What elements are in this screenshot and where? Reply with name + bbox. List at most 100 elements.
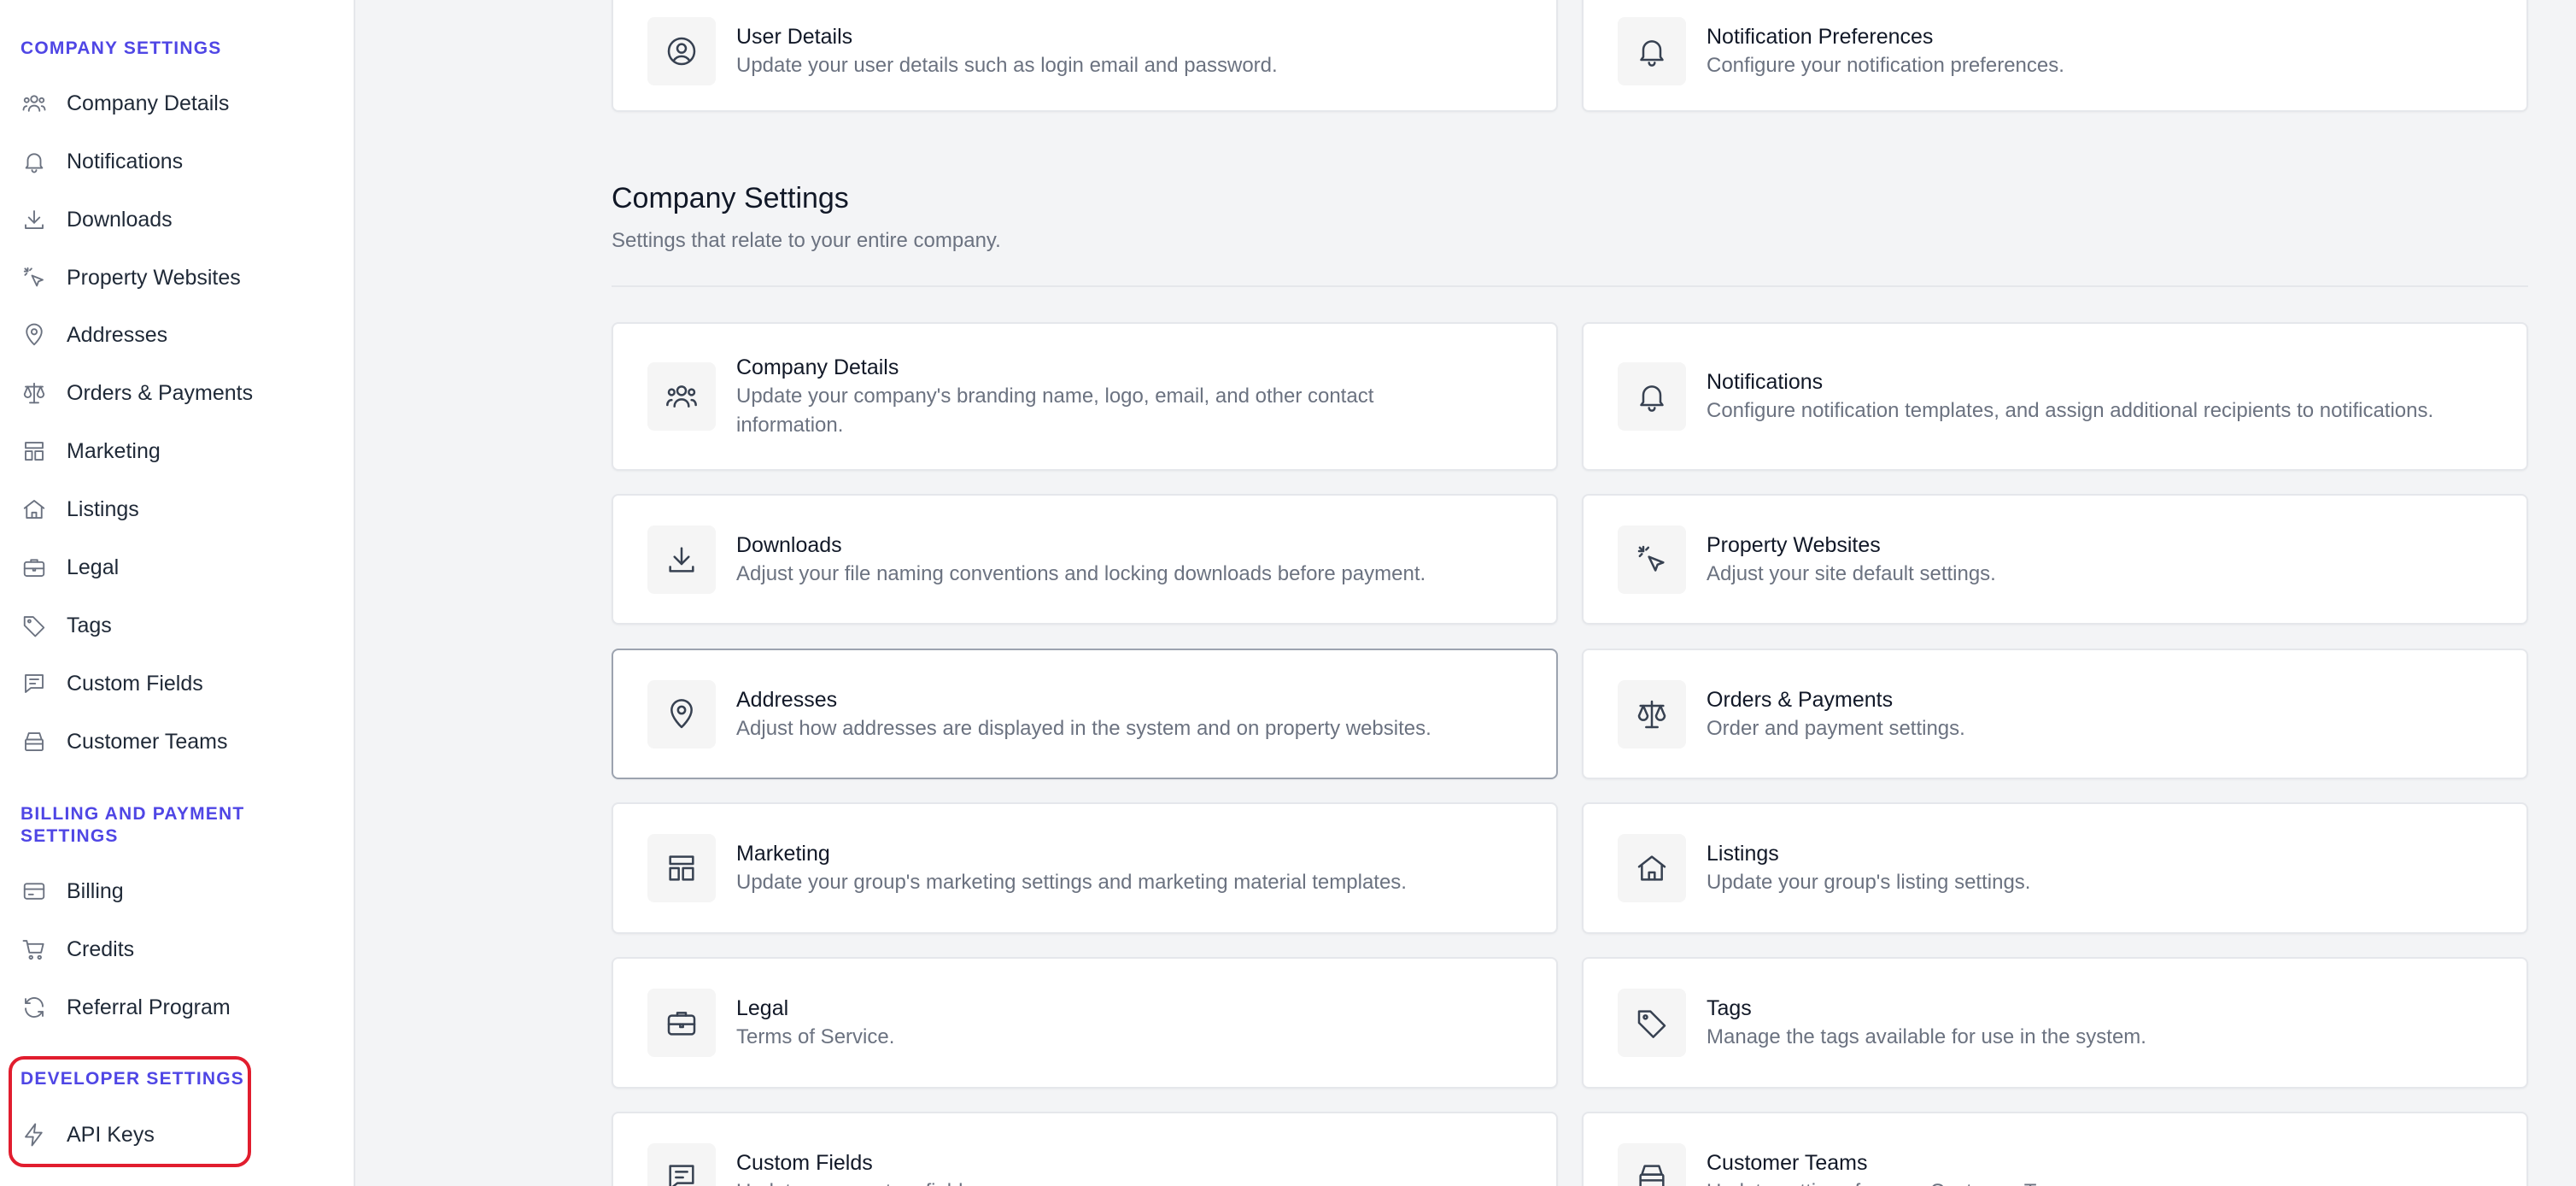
- sidebar-item-api-keys[interactable]: API Keys: [20, 1113, 243, 1157]
- sidebar-item-label: Referral Program: [67, 995, 231, 1019]
- card-notifications[interactable]: Notifications Configure notification tem…: [1582, 322, 2528, 471]
- briefcase-icon: [20, 554, 48, 581]
- users-icon: [20, 90, 48, 117]
- lightning-icon: [20, 1121, 48, 1148]
- bell-icon: [1618, 16, 1686, 85]
- sidebar-item-label: Downloads: [67, 208, 173, 232]
- card-tags[interactable]: Tags Manage the tags available for use i…: [1582, 957, 2528, 1089]
- scale-icon: [1618, 679, 1686, 749]
- sidebar-item-downloads[interactable]: Downloads: [20, 197, 337, 242]
- sidebar-item-label: Property Websites: [67, 266, 241, 290]
- card-title: User Details: [736, 24, 853, 49]
- card-legal[interactable]: Legal Terms of Service.: [612, 957, 1558, 1089]
- card-title: Property Websites: [1707, 532, 1881, 557]
- card-description: Order and payment settings.: [1707, 716, 1965, 740]
- sidebar-item-legal[interactable]: Legal: [20, 545, 337, 590]
- sidebar-section-title-billing: Billing and Payment Settings: [20, 804, 245, 846]
- card-description: Configure your notification preferences.: [1707, 53, 2064, 77]
- card-description: Manage the tags available for use in the…: [1707, 1025, 2146, 1048]
- credit-card-icon: [20, 878, 48, 905]
- sidebar-item-label: Orders & Payments: [67, 381, 254, 405]
- home-icon: [1618, 834, 1686, 902]
- card-title: Listings: [1707, 842, 1779, 866]
- sidebar-item-label: Marketing: [67, 439, 161, 463]
- card-description: Adjust your site default settings.: [1707, 561, 1996, 585]
- user-circle-icon: [647, 16, 716, 85]
- tag-icon: [1618, 989, 1686, 1057]
- card-description: Terms of Service.: [736, 1025, 895, 1048]
- layout-icon: [20, 437, 48, 465]
- shopping-cart-icon: [20, 936, 48, 963]
- map-pin-icon: [20, 321, 48, 349]
- sidebar-item-custom-fields[interactable]: Custom Fields: [20, 661, 337, 706]
- cursor-click-icon: [20, 264, 48, 291]
- users-icon: [647, 362, 716, 431]
- sidebar-item-notifications[interactable]: Notifications: [20, 139, 337, 184]
- home-icon: [20, 496, 48, 523]
- download-icon: [647, 525, 716, 594]
- sidebar-item-label: Listings: [67, 497, 139, 521]
- card-property-websites[interactable]: Property Websites Adjust your site defau…: [1582, 494, 2528, 625]
- sidebar-item-label: Billing: [67, 879, 124, 903]
- section-subheading: Settings that relate to your entire comp…: [612, 229, 1001, 252]
- bell-icon: [20, 148, 48, 175]
- card-description: Update your group's marketing settings a…: [736, 871, 1407, 894]
- sidebar-item-label: Addresses: [67, 323, 168, 347]
- card-title: Notification Preferences: [1707, 24, 1934, 49]
- refresh-icon: [20, 994, 48, 1021]
- sidebar-section-title-developer: Developer Settings: [20, 1069, 244, 1089]
- card-downloads[interactable]: Downloads Adjust your file naming conven…: [612, 494, 1558, 625]
- sidebar-item-company-details[interactable]: Company Details: [20, 81, 337, 126]
- message-square-icon: [20, 670, 48, 697]
- archive-icon: [1618, 1143, 1686, 1186]
- card-title: Company Details: [736, 355, 899, 379]
- sidebar-item-referral-program[interactable]: Referral Program: [20, 985, 337, 1030]
- card-description: Update your custom fields.: [736, 1177, 1522, 1186]
- card-title: Downloads: [736, 532, 842, 557]
- card-title: Custom Fields: [736, 1151, 873, 1175]
- cursor-click-icon: [1618, 525, 1686, 594]
- card-company-details[interactable]: Company Details Update your company's br…: [612, 322, 1558, 471]
- card-description: Configure notification templates, and as…: [1707, 399, 2434, 422]
- card-addresses[interactable]: Addresses Adjust how addresses are displ…: [612, 649, 1558, 779]
- sidebar-item-label: API Keys: [67, 1123, 155, 1147]
- sidebar-item-label: Custom Fields: [67, 672, 203, 696]
- card-notification-preferences[interactable]: Notification Preferences Configure your …: [1582, 0, 2528, 112]
- card-custom-fields[interactable]: Custom Fields Update your custom fields.: [612, 1112, 1558, 1186]
- sidebar-item-marketing[interactable]: Marketing: [20, 429, 337, 473]
- map-pin-icon: [647, 679, 716, 749]
- card-marketing[interactable]: Marketing Update your group's marketing …: [612, 802, 1558, 934]
- section-heading: Company Settings: [612, 182, 849, 214]
- card-title: Notifications: [1707, 370, 1824, 394]
- scale-icon: [20, 379, 48, 407]
- card-title: Customer Teams: [1707, 1151, 1868, 1175]
- card-description: Adjust your file naming conventions and …: [736, 561, 1426, 585]
- sidebar-item-credits[interactable]: Credits: [20, 927, 337, 972]
- card-customer-teams[interactable]: Customer Teams Update settings for your …: [1582, 1112, 2528, 1186]
- bell-icon: [1618, 362, 1686, 431]
- card-orders-payments[interactable]: Orders & Payments Order and payment sett…: [1582, 649, 2528, 779]
- sidebar-item-addresses[interactable]: Addresses: [20, 313, 337, 357]
- sidebar-item-billing[interactable]: Billing: [20, 869, 337, 913]
- card-listings[interactable]: Listings Update your group's listing set…: [1582, 802, 2528, 934]
- divider: [612, 285, 2528, 287]
- sidebar-item-tags[interactable]: Tags: [20, 603, 337, 648]
- card-user-details[interactable]: User Details Update your user details su…: [612, 0, 1558, 112]
- settings-sidebar: Company Settings Company Details Notific…: [0, 0, 355, 1186]
- sidebar-item-property-websites[interactable]: Property Websites: [20, 255, 337, 300]
- card-description: Update settings for your Customer Teams.: [1707, 1177, 2492, 1186]
- download-icon: [20, 206, 48, 233]
- sidebar-item-listings[interactable]: Listings: [20, 487, 337, 531]
- card-title: Addresses: [736, 687, 838, 712]
- sidebar-item-customer-teams[interactable]: Customer Teams: [20, 719, 337, 764]
- message-square-icon: [647, 1143, 716, 1186]
- sidebar-item-label: Customer Teams: [67, 730, 228, 754]
- card-title: Tags: [1707, 996, 1752, 1020]
- card-title: Orders & Payments: [1707, 687, 1894, 712]
- card-description: Update your company's branding name, log…: [736, 385, 1374, 437]
- card-description: Update your group's listing settings.: [1707, 871, 2031, 894]
- tag-icon: [20, 612, 48, 639]
- sidebar-section-title-company: Company Settings: [20, 38, 222, 58]
- sidebar-item-label: Tags: [67, 614, 112, 637]
- sidebar-item-orders-payments[interactable]: Orders & Payments: [20, 371, 337, 415]
